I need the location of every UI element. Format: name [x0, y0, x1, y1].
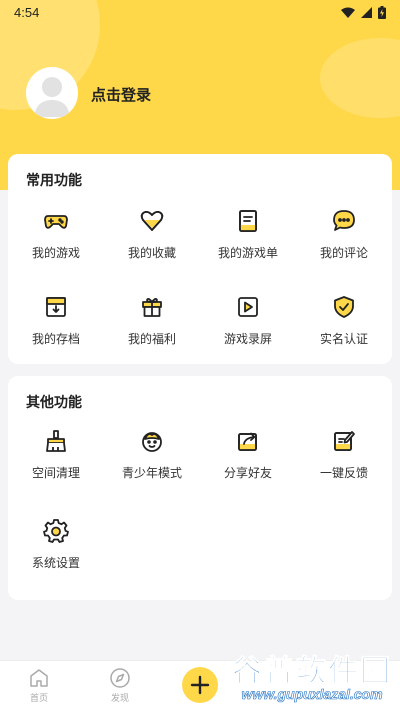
- menu-item-label: 空间清理: [31, 466, 80, 480]
- comment-icon: [333, 210, 355, 231]
- menu-item-space-cleanup[interactable]: 空间清理: [8, 422, 104, 512]
- menu-item-label: 我的福利: [127, 332, 176, 346]
- menu-item-label: 青少年模式: [121, 466, 182, 480]
- menu-item-label: 我的游戏单: [217, 246, 278, 260]
- menu-item-my-benefits[interactable]: 我的福利: [104, 288, 200, 374]
- gift-icon: [142, 297, 162, 317]
- menu-item-my-saves[interactable]: 我的存档: [8, 288, 104, 374]
- menu-item-my-games[interactable]: 我的游戏: [8, 202, 104, 288]
- section-title: 常用功能: [26, 172, 82, 188]
- share-icon: [238, 432, 257, 451]
- user-icon: [34, 77, 70, 117]
- menu-item-label: 系统设置: [31, 556, 80, 570]
- avatar[interactable]: [26, 67, 78, 119]
- gear-icon: [43, 519, 69, 543]
- nav-home[interactable]: 首页: [17, 667, 61, 704]
- menu-item-my-favorites[interactable]: 我的收藏: [104, 202, 200, 288]
- menu-item-screen-record[interactable]: 游戏录屏: [200, 288, 296, 374]
- menu-item-real-name-auth[interactable]: 实名认证: [296, 288, 392, 374]
- menu-item-label: 实名认证: [319, 332, 368, 346]
- menu-item-label: 一键反馈: [319, 466, 368, 480]
- archive-icon: [46, 297, 66, 317]
- menu-item-label: 分享好友: [223, 466, 272, 480]
- gamepad-icon: [44, 215, 68, 229]
- battery-icon: [378, 5, 386, 19]
- menu-item-label: 游戏录屏: [223, 332, 272, 346]
- nav-label: 首页: [29, 693, 48, 703]
- home-icon: [30, 669, 48, 687]
- menu-item-share-friends[interactable]: 分享好友: [200, 422, 296, 512]
- section-title: 其他功能: [26, 394, 82, 410]
- menu-item-label: 我的存档: [31, 332, 80, 346]
- wifi-icon: [341, 7, 355, 18]
- menu-item-label: 我的收藏: [127, 246, 176, 260]
- menu-item-feedback[interactable]: 一键反馈: [296, 422, 392, 512]
- decorative-circle: [320, 38, 400, 118]
- status-time: 4:54: [14, 4, 40, 20]
- list-icon: [239, 210, 257, 232]
- login-link[interactable]: 点击登录: [91, 84, 151, 105]
- shield-icon: [334, 296, 354, 318]
- menu-item-my-comments[interactable]: 我的评论: [296, 202, 392, 288]
- menu-item-teen-mode[interactable]: 青少年模式: [104, 422, 200, 512]
- add-button[interactable]: [182, 667, 218, 703]
- menu-item-my-game-list[interactable]: 我的游戏单: [200, 202, 296, 288]
- common-features-card: 常用功能 我的游戏 我的收藏 我的游戏单 我的评论 我的存档 我的福利 游戏录屏…: [8, 154, 392, 364]
- feedback-icon: [334, 431, 355, 451]
- signal-icon: [361, 6, 372, 18]
- other-features-card: 其他功能 空间清理 青少年模式 分享好友 一键反馈 系统设置: [8, 376, 392, 600]
- broom-icon: [46, 430, 66, 452]
- nav-label: 发现: [110, 693, 129, 703]
- heart-icon: [140, 211, 164, 231]
- menu-item-system-settings[interactable]: 系统设置: [8, 512, 104, 602]
- compass-icon: [110, 668, 130, 688]
- menu-item-label: 我的评论: [319, 246, 368, 260]
- watermark: 谷普软件园 www.gupuxlazal.com: [224, 646, 400, 710]
- plus-icon: [190, 675, 210, 695]
- menu-item-label: 我的游戏: [31, 246, 80, 260]
- nav-discover[interactable]: 发现: [98, 667, 142, 704]
- watermark-url: www.gupuxlazal.com: [241, 686, 383, 703]
- status-bar: 4:54: [0, 0, 400, 24]
- child-face-icon: [142, 432, 162, 452]
- video-icon: [238, 297, 258, 317]
- watermark-title: 谷普软件园: [232, 655, 392, 689]
